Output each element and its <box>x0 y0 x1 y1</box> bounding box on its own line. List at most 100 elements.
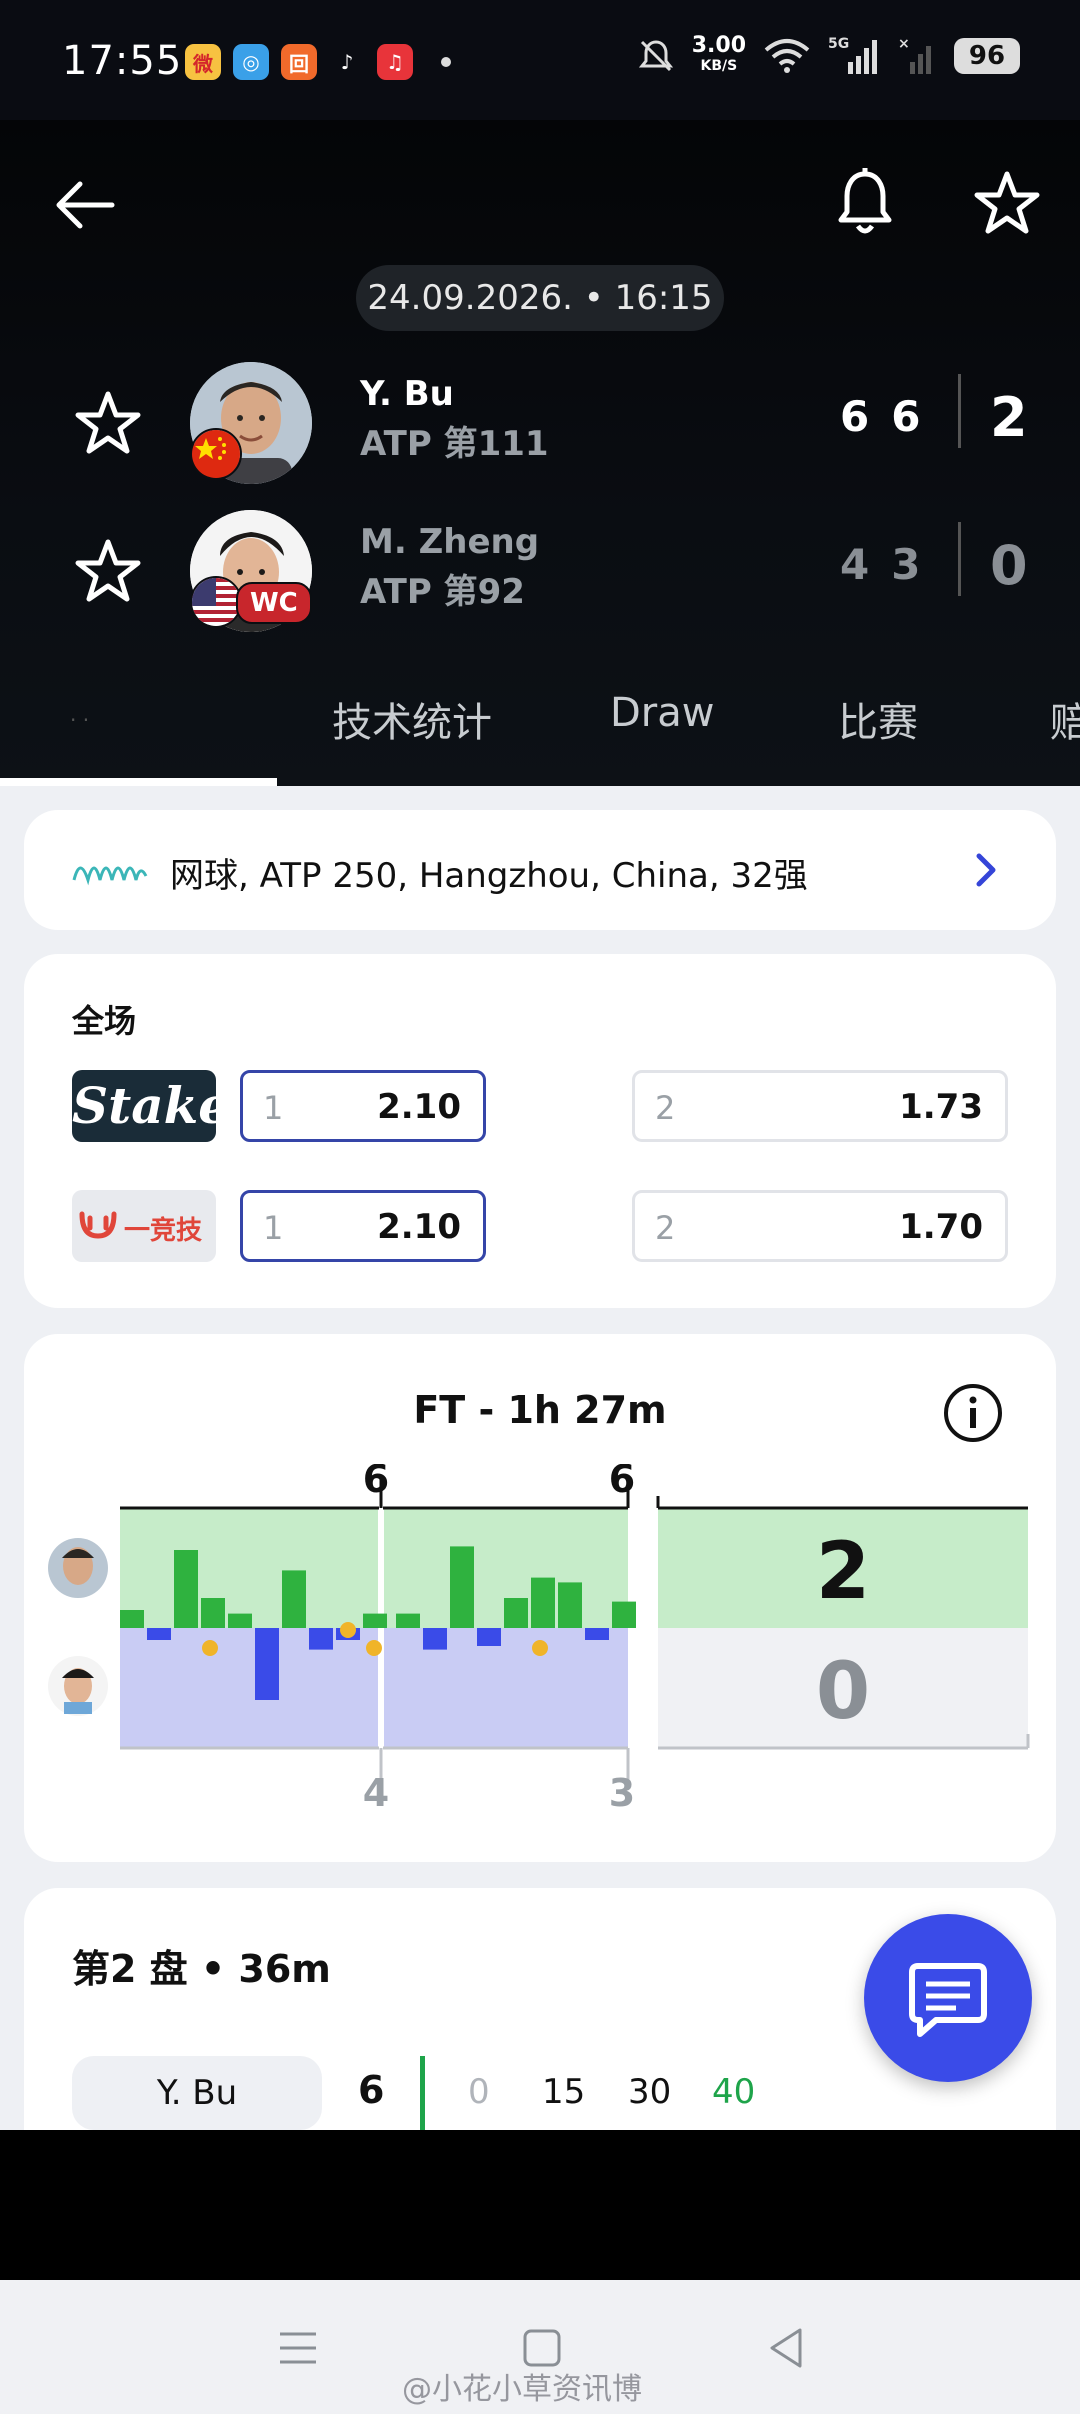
set1-p2-area <box>120 1628 378 1748</box>
odds-label: 2 <box>655 1089 676 1127</box>
tab-bar: · · 技术统计 Draw 比赛 赔 <box>0 680 1080 760</box>
weibo-icon: 微 <box>185 44 221 80</box>
set1-score-top: 6 <box>363 1464 389 1501</box>
momentum-bar <box>585 1628 609 1640</box>
watermark: @小花小草资讯博 <box>402 2372 642 2407</box>
set2-score-bottom: 3 <box>609 1771 635 1815</box>
set1-score-bottom: 4 <box>363 1771 389 1815</box>
tiktok-icon: ♪ <box>329 44 365 80</box>
point-score: 15 <box>542 2072 586 2112</box>
set2-p2-area <box>384 1628 628 1748</box>
momentum-bar <box>531 1577 555 1628</box>
momentum-bar <box>120 1610 144 1628</box>
tab-odds[interactable]: 赔 <box>1050 690 1080 748</box>
wifi-icon <box>764 39 810 73</box>
odds-value: 1.70 <box>899 1207 983 1247</box>
atp-logo-icon <box>72 866 148 886</box>
chat-button[interactable] <box>864 1914 1032 2082</box>
set-score: 3 <box>891 540 921 589</box>
odds-label: 1 <box>263 1089 284 1127</box>
break-ball-icon <box>366 1640 382 1656</box>
usa-flag-icon <box>190 576 242 628</box>
wildcard-badge: WC <box>236 582 312 624</box>
odds-title: 全场 <box>72 1002 137 1040</box>
momentum-bar <box>201 1598 225 1628</box>
total-score-top: 2 <box>816 1527 870 1617</box>
chat-icon <box>909 1963 987 2037</box>
set-score: 4 <box>840 540 870 589</box>
clock: 17:55 <box>62 38 183 84</box>
back-arrow-icon[interactable] <box>50 170 120 240</box>
momentum-bar <box>612 1601 636 1628</box>
set-scores: 4 3 <box>840 540 920 589</box>
odds-label: 2 <box>655 1209 676 1247</box>
player-row[interactable]: Y. Bu ATP 第111 6 6 2 <box>0 352 1080 492</box>
music-app-icon: ♫ <box>377 44 413 80</box>
set1-p1-area <box>120 1508 378 1628</box>
player-name: Y. Bu <box>360 374 454 414</box>
tournament-card[interactable]: 网球, ATP 250, Hangzhou, China, 32强 <box>24 810 1056 930</box>
odds-value: 2.10 <box>377 1207 461 1247</box>
momentum-bar <box>504 1598 528 1628</box>
player-name: M. Zheng <box>360 522 540 562</box>
momentum-bar <box>174 1550 198 1628</box>
chat-bubble-app-icon: ◎ <box>233 44 269 80</box>
notification-icons: 微 ◎ 回 ♪ ♫ <box>185 44 451 80</box>
momentum-bar <box>255 1628 279 1700</box>
signal-5g-icon: 5G <box>828 36 877 74</box>
orange-app-icon: 回 <box>281 44 317 80</box>
bell-icon[interactable] <box>830 164 900 244</box>
odds-home-button[interactable]: 1 2.10 <box>240 1070 486 1142</box>
momentum-chart: 6 6 4 3 2 0 <box>48 1464 1030 1815</box>
star-icon[interactable] <box>70 386 146 462</box>
status-bar: 17:55 微 ◎ 回 ♪ ♫ 3.00 KB/S 5G × 96 <box>0 0 1080 120</box>
set2-score-top: 6 <box>609 1464 635 1501</box>
menu-icon[interactable] <box>272 2322 324 2374</box>
player-row[interactable]: WC M. Zheng ATP 第92 4 3 0 <box>0 500 1080 640</box>
odds-away-button[interactable]: 2 1.70 <box>632 1190 1008 1262</box>
sets-won: 2 <box>990 386 1028 449</box>
momentum-bar <box>309 1628 333 1650</box>
momentum-bar <box>477 1628 501 1646</box>
overlay-band <box>0 2130 1080 2280</box>
active-tab-indicator <box>0 778 277 786</box>
momentum-bar <box>147 1628 171 1640</box>
info-icon[interactable] <box>942 1382 1004 1444</box>
point-score: 0 <box>468 2072 490 2112</box>
svg-text:×: × <box>898 36 910 52</box>
set-score: 6 <box>840 392 870 441</box>
tab-draw[interactable]: Draw <box>610 690 714 736</box>
chevron-right-icon[interactable] <box>966 850 1006 890</box>
star-icon[interactable] <box>70 534 146 610</box>
server-indicator <box>420 2056 425 2130</box>
player-rank: ATP 第111 <box>360 424 549 464</box>
break-ball-icon <box>532 1640 548 1656</box>
tournament-label: 网球, ATP 250, Hangzhou, China, 32强 <box>170 856 808 896</box>
star-favorite-icon[interactable] <box>972 164 1042 244</box>
set-title: 第2 盘 • 36m <box>72 1947 331 1991</box>
match-duration: FT - 1h 27m <box>413 1388 667 1432</box>
yijingji-logo[interactable]: 一竞技 <box>72 1190 216 1262</box>
tab-stats[interactable]: 技术统计 <box>332 690 492 748</box>
games-score: 6 <box>358 2068 385 2112</box>
mute-icon <box>638 40 673 72</box>
odds-home-button[interactable]: 1 2.10 <box>240 1190 486 1262</box>
back-triangle-icon[interactable] <box>760 2322 812 2374</box>
player-rank: ATP 第92 <box>360 572 525 612</box>
odds-card: 全场 Stake 1 2.10 2 1.73 一竞技 1 2.10 2 1.70 <box>24 954 1056 1308</box>
score-divider <box>958 374 961 448</box>
sets-won: 0 <box>990 534 1028 597</box>
odds-value: 1.73 <box>899 1087 983 1127</box>
momentum-bar <box>558 1582 582 1628</box>
player-pill: Y. Bu <box>72 2056 322 2130</box>
system-icons: 3.00 KB/S 5G × 96 <box>636 35 1020 76</box>
stake-logo[interactable]: Stake <box>72 1070 230 1142</box>
tab-hidden-first[interactable]: · · <box>70 708 89 732</box>
svg-text:5G: 5G <box>828 36 849 52</box>
momentum-bar <box>423 1628 447 1650</box>
odds-away-button[interactable]: 2 1.73 <box>632 1070 1008 1142</box>
match-datetime: 24.09.2026. • 16:15 <box>356 265 724 331</box>
signal-sim2-icon: × <box>898 36 931 74</box>
momentum-bar <box>282 1570 306 1628</box>
tab-matches[interactable]: 比赛 <box>838 690 918 748</box>
